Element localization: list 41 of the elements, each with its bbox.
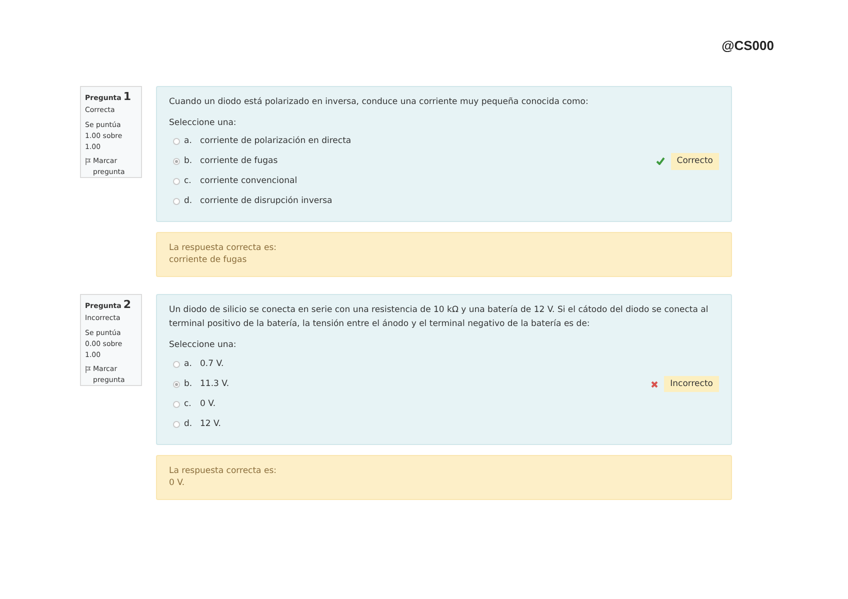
option-letter: c.: [184, 174, 192, 188]
author-handle: @CS000: [722, 37, 774, 55]
option-text: corriente de fugas: [200, 154, 278, 168]
check-icon: [656, 157, 665, 166]
radio-button[interactable]: [173, 420, 180, 428]
correct-answer: 0 V.: [169, 477, 186, 489]
option-letter: d.: [184, 418, 194, 430]
option-text: 11.3 V.: [200, 378, 230, 390]
correct-answer: corriente de fugas: [169, 254, 248, 266]
feedback-title: La respuesta correcta es:: [169, 465, 278, 477]
cross-icon: [651, 380, 658, 388]
option-letter: a.: [184, 134, 193, 148]
flag-icon[interactable]: [85, 366, 91, 374]
result-badge: Incorrecto: [664, 376, 719, 392]
option-letter: d.: [184, 194, 194, 208]
option-text: 12 V.: [200, 418, 221, 430]
select-prompt: Seleccione una:: [169, 339, 238, 352]
question-number: 1: [123, 90, 132, 102]
radio-button[interactable]: [173, 158, 180, 165]
radio-button[interactable]: [173, 360, 180, 368]
flag-icon[interactable]: [85, 158, 91, 164]
option-letter: c.: [184, 398, 192, 410]
radio-button[interactable]: [173, 198, 180, 205]
radio-button[interactable]: [173, 178, 180, 185]
option-text: corriente convencional: [200, 174, 298, 188]
option-letter: a.: [184, 358, 193, 370]
question-text: Cuando un diodo está polarizado en inversa, conduce una corriente muy pequeña conocida como:: [169, 96, 590, 108]
option-text: 0.7 V.: [200, 358, 224, 370]
result-badge: Correcto: [670, 152, 719, 170]
option-letter: b.: [184, 378, 194, 390]
option-letter: b.: [184, 154, 194, 168]
option-text: 0 V.: [200, 398, 216, 410]
radio-button[interactable]: [173, 400, 180, 408]
option-text: corriente de polarización en directa: [200, 134, 352, 148]
question-text: Un diodo de silicio se conecta en serie con una resistencia de 10 kΩ y una batería de 12 V. Si el cátodo del diodo se conecta al terminal positivo de la batería, la tensión entre el ánodo y el terminal negativo de la batería es de:: [169, 304, 710, 332]
question-number: 2: [123, 299, 132, 310]
select-prompt: Seleccione una:: [169, 116, 238, 130]
option-text: corriente de disrupción inversa: [200, 194, 332, 208]
radio-button[interactable]: [173, 138, 180, 145]
feedback-title: La respuesta correcta es:: [169, 242, 278, 254]
radio-button[interactable]: [173, 380, 180, 388]
